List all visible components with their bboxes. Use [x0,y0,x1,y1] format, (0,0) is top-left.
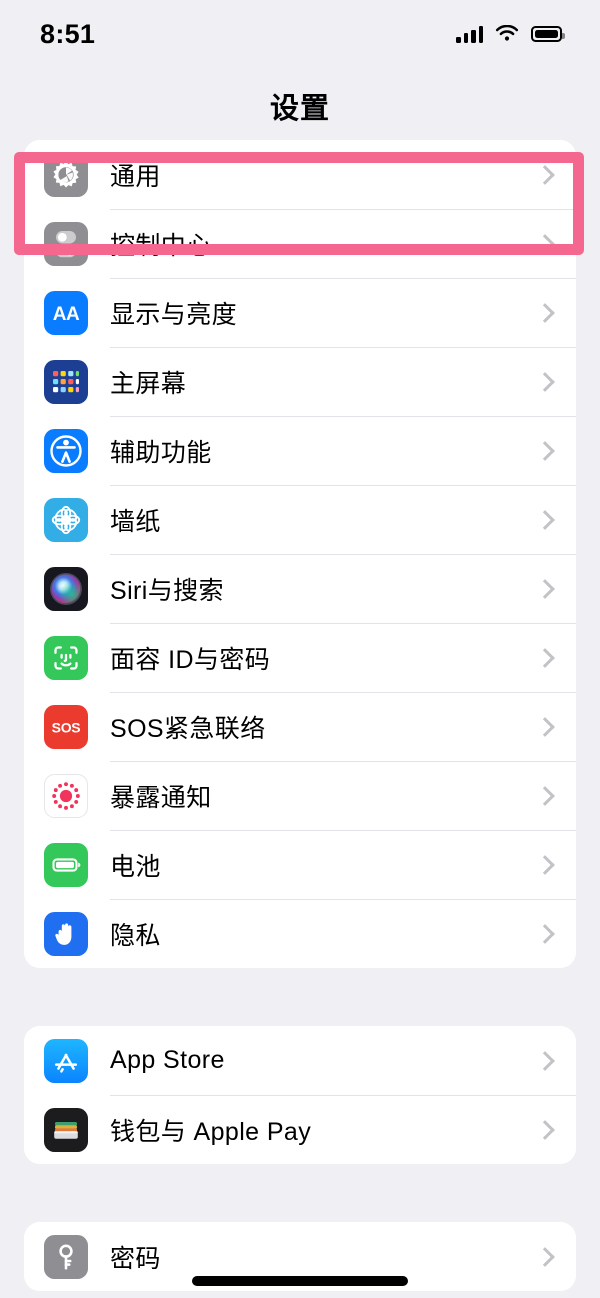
chevron-right-icon [537,371,550,393]
settings-row-label: 密码 [110,1244,161,1273]
gear-icon [44,152,88,197]
settings-row-label: 面容 ID与密码 [110,645,271,674]
chevron-right-icon [537,854,550,876]
settings-row-app-store[interactable]: App Store [24,1026,576,1095]
chevron-right-icon [537,1119,550,1141]
settings-row-privacy[interactable]: 隐私 [24,899,576,968]
app-grid-icon [44,359,88,404]
wifi-icon [495,24,519,43]
settings-row-home-screen[interactable]: 主屏幕 [24,347,576,416]
accessibility-icon [44,428,88,473]
settings-row-emergency-sos[interactable]: SOS SOS紧急联络 [24,692,576,761]
chevron-right-icon [537,1246,550,1268]
chevron-right-icon [537,785,550,807]
siri-orb-icon [44,566,88,611]
chevron-right-icon [537,233,550,255]
svg-text:AA: AA [53,304,80,325]
settings-row-label: 辅助功能 [110,438,212,467]
settings-row-general[interactable]: 通用 [24,140,576,209]
chevron-right-icon [537,1050,550,1072]
settings-row-label: 通用 [110,162,161,191]
settings-row-label: 控制中心 [110,231,212,260]
page-title: 设置 [269,93,330,125]
wallet-icon [44,1107,88,1152]
chevron-right-icon [537,923,550,945]
settings-row-battery[interactable]: 电池 [24,830,576,899]
toggles-icon [44,221,88,266]
settings-row-control-center[interactable]: 控制中心 [24,209,576,278]
sos-icon: SOS [44,704,88,749]
cellular-signal-icon [456,25,483,43]
settings-row-label: 暴露通知 [110,783,212,812]
settings-row-display-brightness[interactable]: AA 显示与亮度 [24,278,576,347]
chevron-right-icon [537,164,550,186]
chevron-right-icon [537,509,550,531]
settings-row-exposure-notifications[interactable]: 暴露通知 [24,761,576,830]
settings-row-label: 隐私 [110,921,161,950]
chevron-right-icon [537,716,550,738]
settings-row-label: 墙纸 [110,507,161,536]
home-indicator[interactable] [192,1276,408,1286]
settings-row-label: 钱包与 Apple Pay [110,1117,312,1146]
chevron-right-icon [537,440,550,462]
settings-list: 通用 控制中心 AA 显示与亮度 主屏幕 辅助功能 墙纸 Siri与搜索 面容 … [0,140,600,1291]
battery-icon [44,842,88,887]
status-bar-indicators [456,24,565,43]
svg-text:SOS: SOS [52,719,81,735]
exposure-dot-icon [44,773,88,818]
settings-row-accessibility[interactable]: 辅助功能 [24,416,576,485]
settings-row-face-id-passcode[interactable]: 面容 ID与密码 [24,623,576,692]
settings-row-wallpaper[interactable]: 墙纸 [24,485,576,554]
settings-section-store: App Store 钱包与 Apple Pay [24,1026,576,1164]
settings-row-label: App Store [110,1046,225,1074]
chevron-right-icon [537,647,550,669]
key-icon [44,1234,88,1279]
settings-row-label: SOS紧急联络 [110,714,266,743]
settings-row-label: Siri与搜索 [110,576,224,605]
settings-row-label: 主屏幕 [110,369,187,398]
chevron-right-icon [537,578,550,600]
status-bar: 8:51 [0,0,600,68]
face-id-icon [44,635,88,680]
appstore-icon [44,1038,88,1083]
battery-full-icon [531,26,565,42]
aa-text-icon: AA [44,290,88,335]
flower-icon [44,497,88,542]
settings-section-system: 通用 控制中心 AA 显示与亮度 主屏幕 辅助功能 墙纸 Siri与搜索 面容 … [24,140,576,968]
settings-row-label: 显示与亮度 [110,300,238,329]
settings-row-siri-search[interactable]: Siri与搜索 [24,554,576,623]
chevron-right-icon [537,302,550,324]
settings-row-wallet-apple-pay[interactable]: 钱包与 Apple Pay [24,1095,576,1164]
settings-row-label: 电池 [110,852,161,881]
status-bar-time: 8:51 [40,18,96,49]
hand-icon [44,911,88,956]
